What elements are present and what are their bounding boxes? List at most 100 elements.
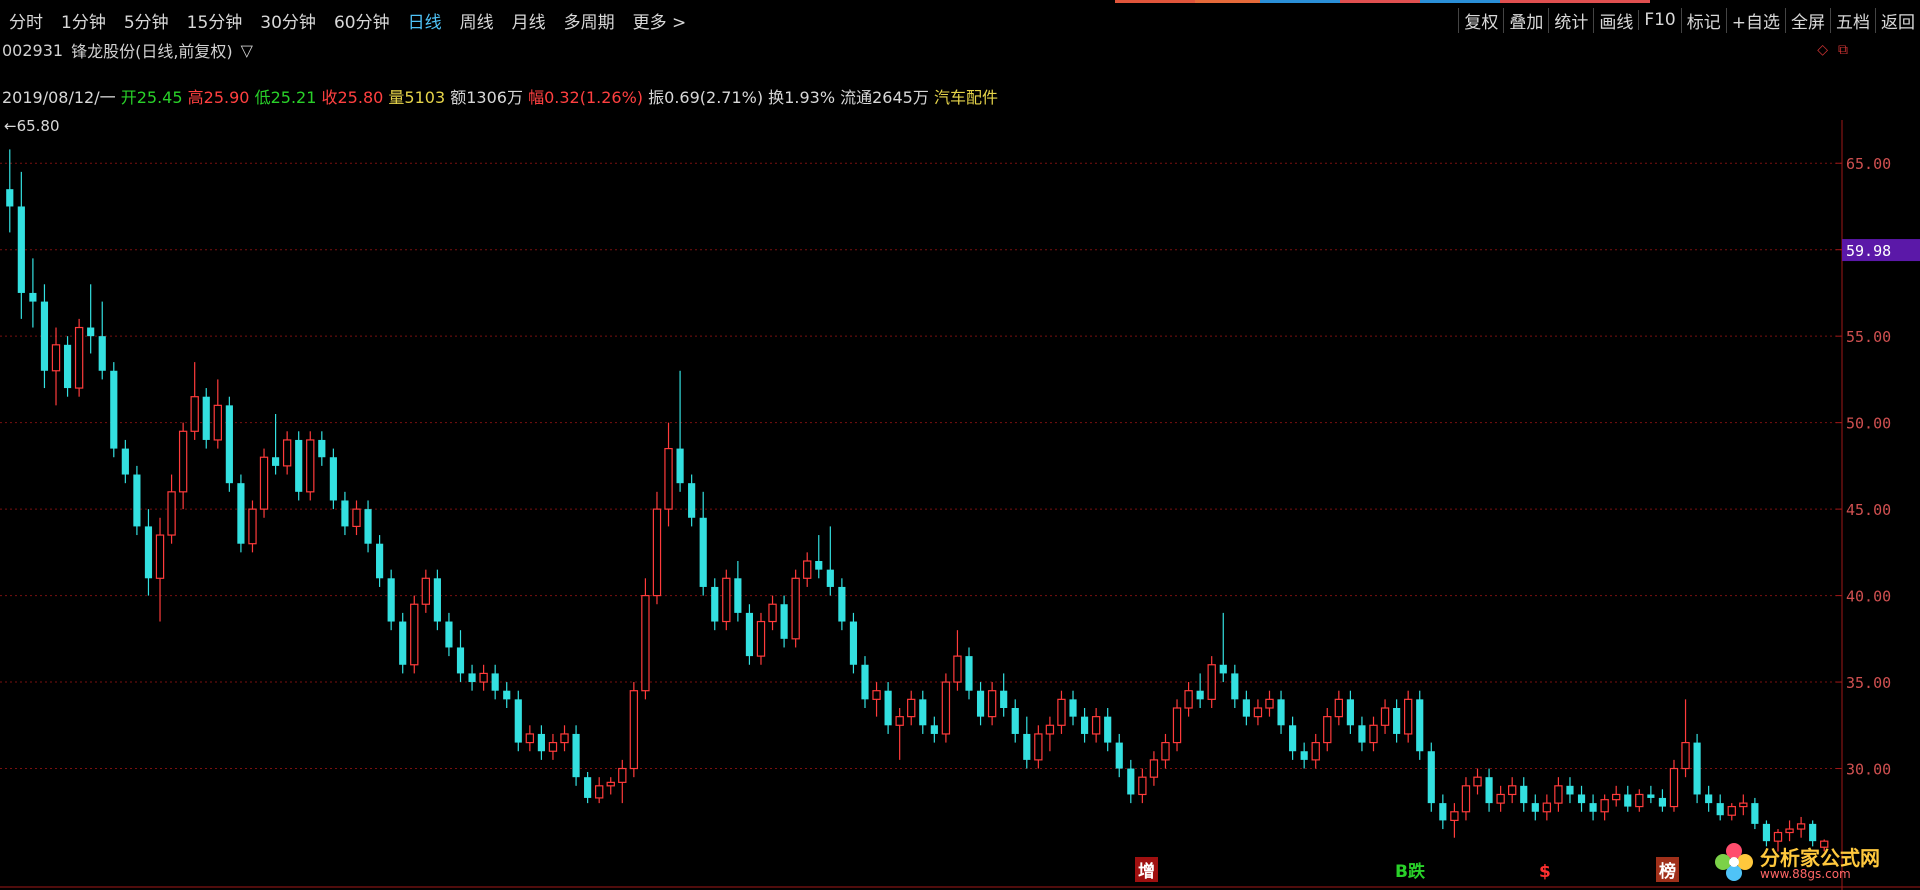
candle-body: [1300, 751, 1308, 760]
candle-body: [1531, 803, 1539, 812]
stock-name: 锋龙股份(日线,前复权): [71, 42, 233, 61]
candle-body: [1161, 741, 1170, 761]
candle-body: [248, 508, 257, 545]
candle-body: [780, 604, 788, 639]
open-value: 25.45: [136, 88, 183, 107]
toolbar-button-5[interactable]: 标记: [1680, 7, 1726, 33]
tab-10[interactable]: 更多 >: [624, 8, 696, 33]
candle-body: [1461, 785, 1471, 813]
candle-body: [1716, 803, 1724, 816]
toolbar-button-2[interactable]: 统计: [1548, 7, 1593, 33]
toolbar-button-4[interactable]: F10: [1638, 10, 1680, 30]
candle-body: [895, 716, 904, 726]
candle-body: [1647, 794, 1655, 798]
candle-body: [987, 690, 997, 718]
toolbar-button-7[interactable]: 全屏: [1785, 7, 1830, 33]
color-strip: [1500, 0, 1650, 3]
tab-2[interactable]: 5分钟: [115, 8, 178, 33]
toolbar-button-6[interactable]: +自选: [1725, 7, 1785, 33]
candle-body: [133, 474, 141, 527]
tab-8[interactable]: 月线: [503, 8, 555, 33]
candle-body: [272, 457, 280, 466]
candle-body: [1577, 794, 1586, 804]
sector-label[interactable]: 汽车配件: [934, 88, 998, 107]
candle-body: [1323, 716, 1332, 744]
candle-body: [1000, 690, 1008, 708]
candle-body: [838, 586, 846, 622]
stock-title-row: 002931 锋龙股份(日线,前复权) ▽: [2, 38, 253, 62]
candle-body: [387, 578, 395, 622]
candle-body: [1138, 776, 1147, 796]
tab-4[interactable]: 30分钟: [251, 8, 325, 33]
color-strip: [1420, 0, 1500, 3]
tab-1[interactable]: 1分钟: [52, 8, 115, 33]
toolbar-button-3[interactable]: 画线: [1593, 7, 1638, 33]
candle-body: [1624, 794, 1632, 807]
candle-body: [803, 560, 812, 579]
candle-body: [1612, 793, 1621, 801]
toolbar-button-0[interactable]: 复权: [1458, 7, 1503, 33]
candle-body: [1034, 733, 1043, 761]
tab-9[interactable]: 多周期: [555, 8, 624, 33]
tab-0[interactable]: 分时: [0, 8, 52, 33]
candle-body: [1011, 708, 1019, 734]
dropdown-icon[interactable]: ▽: [241, 41, 253, 60]
flower-icon: [1715, 843, 1753, 881]
candle-body: [1346, 699, 1354, 726]
candle-body: [664, 447, 673, 510]
event-badge-0[interactable]: 增: [1135, 857, 1158, 882]
candle-body: [306, 439, 315, 493]
candlestick-chart[interactable]: 65.0060.0055.0050.0045.0040.0035.0030.00…: [0, 120, 1920, 890]
float-value: 2645万: [872, 88, 929, 107]
y-tick-label: 50.00: [1846, 415, 1891, 433]
volume-value: 5103: [404, 88, 446, 107]
restore-icon[interactable]: ⧉: [1838, 42, 1848, 58]
candle-body: [548, 741, 558, 752]
candle-body: [433, 578, 441, 622]
candle-body: [861, 664, 869, 700]
y-tick-label: 30.00: [1846, 761, 1891, 779]
tab-5[interactable]: 60分钟: [325, 8, 399, 33]
candle-body: [1184, 690, 1193, 709]
tab-7[interactable]: 周线: [451, 8, 503, 33]
amplitude-value: 0.69(2.71%): [664, 88, 764, 107]
candle-body: [1496, 793, 1505, 804]
event-badge-2[interactable]: $: [1536, 862, 1554, 882]
candle-body: [872, 690, 881, 700]
candle-body: [1485, 777, 1493, 804]
candle-body: [1207, 664, 1216, 700]
candle-body: [525, 733, 535, 744]
candle-body: [572, 733, 580, 778]
candle-body: [352, 508, 361, 528]
toolbar-button-8[interactable]: 五档: [1830, 7, 1875, 33]
amount-value: 1306万: [466, 88, 523, 107]
candle-body: [941, 681, 951, 735]
candle-body: [1080, 716, 1089, 734]
diamond-icon[interactable]: ◇: [1817, 42, 1828, 58]
color-strip: [1260, 0, 1340, 3]
candle-body: [190, 396, 199, 432]
color-strip: [1115, 0, 1195, 3]
candle-body: [1045, 724, 1055, 735]
toolbar-button-1[interactable]: 叠加: [1503, 7, 1548, 33]
tab-3[interactable]: 15分钟: [178, 8, 252, 33]
candle-body: [953, 655, 962, 683]
stock-code: 002931: [2, 40, 64, 60]
candle-body: [364, 509, 372, 544]
candle-body: [1785, 828, 1794, 834]
candle-body: [1450, 811, 1459, 822]
site-logo: 分析家公式网 www.88gs.com: [1712, 840, 1912, 886]
range-value: 0.32(1.26%): [544, 88, 644, 107]
candle-body: [1115, 742, 1123, 769]
candle-body: [237, 483, 245, 544]
candle-body: [1219, 664, 1227, 674]
candle-body: [1439, 803, 1447, 821]
candle-body: [63, 344, 72, 389]
toolbar-button-9[interactable]: 返回: [1875, 7, 1920, 33]
tab-6[interactable]: 日线: [399, 8, 451, 33]
event-badge-3[interactable]: 榜: [1656, 857, 1679, 882]
max-price-label: ←65.80: [4, 117, 60, 135]
event-badge-1[interactable]: B跌: [1392, 857, 1428, 882]
candle-body: [1693, 742, 1701, 795]
candle-body: [1358, 725, 1366, 743]
